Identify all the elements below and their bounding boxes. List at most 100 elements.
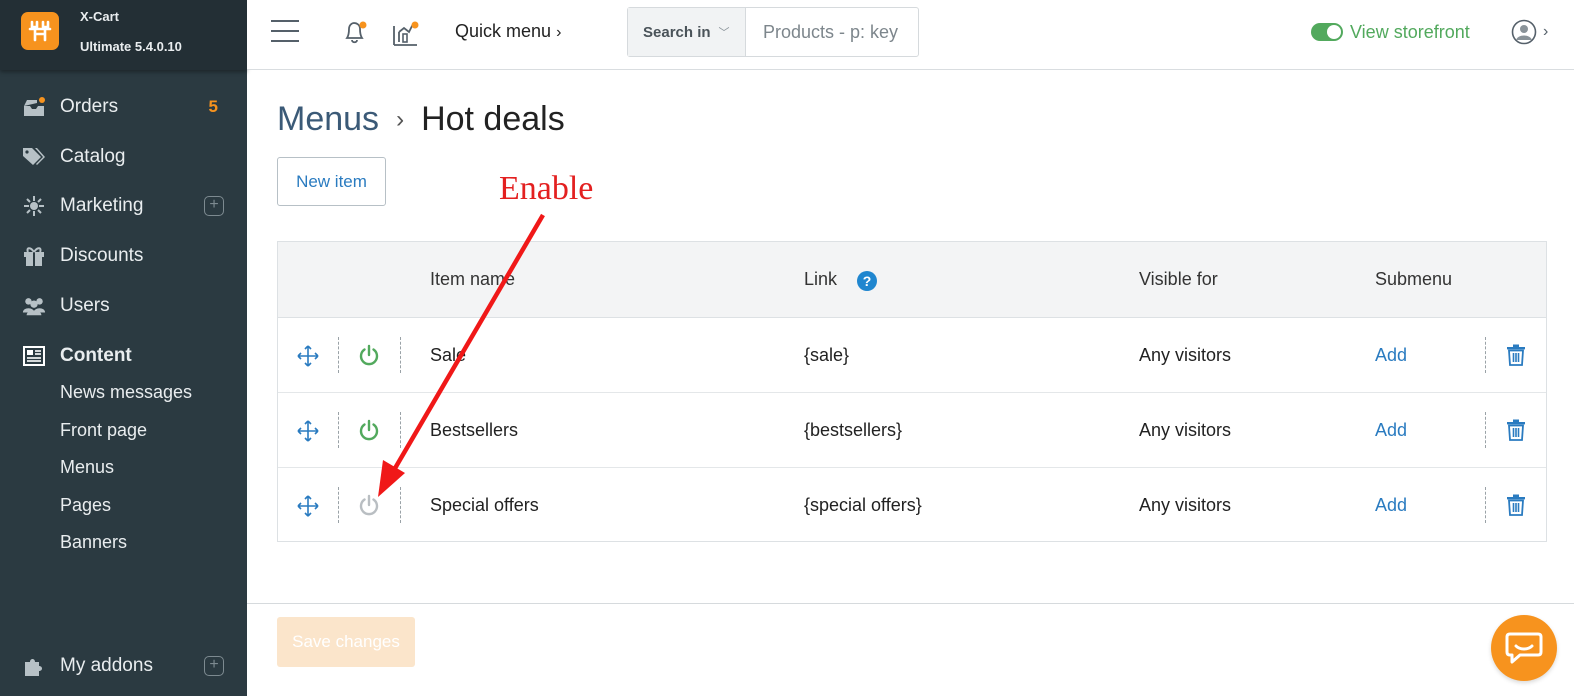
sidebar-item-label: Catalog [60, 146, 126, 167]
submenu-add-link[interactable]: Add [1375, 420, 1407, 441]
sidebar-item-my-addons[interactable]: My addons + [0, 646, 247, 686]
subnav-pages[interactable]: Pages [60, 495, 111, 516]
header-submenu: Submenu [1375, 269, 1453, 289]
item-link: {sale} [804, 345, 850, 365]
tag-icon [22, 145, 46, 169]
toggle-switch[interactable] [1311, 23, 1343, 41]
divider [1485, 412, 1486, 448]
brand-version: Ultimate 5.4.0.10 [80, 39, 182, 54]
save-changes-button[interactable]: Save changes [277, 617, 415, 667]
divider [1485, 487, 1486, 523]
table-header: Item name Link ? Visible for Submenu [278, 242, 1546, 318]
divider [400, 487, 401, 523]
power-toggle-icon[interactable] [358, 494, 380, 516]
quick-menu-button[interactable]: Quick menu › [455, 21, 561, 42]
trash-icon[interactable] [1506, 344, 1526, 366]
expand-plus-icon[interactable]: + [204, 196, 224, 216]
submenu-add-link[interactable]: Add [1375, 345, 1407, 366]
menu-items-table: Item name Link ? Visible for Submenu Sal… [277, 241, 1547, 542]
table-row: Bestsellers {bestsellers} Any visitors A… [278, 393, 1546, 468]
divider [400, 337, 401, 373]
search-in-dropdown[interactable]: Search in ﹀ [628, 8, 746, 56]
item-name: Special offers [430, 495, 539, 515]
users-icon [22, 294, 46, 318]
new-item-button[interactable]: New item [277, 157, 386, 206]
sidebar-item-catalog[interactable]: Catalog [0, 137, 247, 177]
power-toggle-icon[interactable] [358, 419, 380, 441]
search-input[interactable] [747, 8, 917, 56]
newspaper-icon [22, 344, 46, 368]
item-visible-for: Any visitors [1139, 420, 1232, 440]
header-item-name: Item name [430, 269, 516, 289]
divider [338, 487, 339, 523]
trash-icon[interactable] [1506, 494, 1526, 516]
sidebar-item-discounts[interactable]: Discounts [0, 236, 247, 276]
puzzle-icon [22, 654, 46, 678]
sidebar-item-label: Content [60, 345, 132, 366]
item-link: {bestsellers} [804, 420, 903, 440]
xcart-logo[interactable] [21, 12, 59, 50]
subnav-menus[interactable]: Menus [60, 457, 114, 478]
quick-menu-label: Quick menu [455, 21, 552, 41]
enable-annotation: Enable [499, 170, 594, 207]
marketing-icon [22, 194, 46, 218]
sidebar-item-label: My addons [60, 655, 153, 676]
sidebar-item-users[interactable]: Users [0, 286, 247, 326]
expand-plus-icon[interactable]: + [204, 656, 224, 676]
footer-divider [247, 603, 1574, 604]
sidebar-item-label: Users [60, 295, 110, 316]
item-link: {special offers} [804, 495, 922, 515]
submenu-add-link[interactable]: Add [1375, 495, 1407, 516]
sidebar-item-label: Marketing [60, 195, 144, 216]
top-bar: Quick menu › Search in﹀ View storefront … [247, 0, 1574, 70]
chevron-right-icon: › [1543, 23, 1549, 40]
move-handle-icon[interactable] [297, 495, 319, 517]
subnav-front-page[interactable]: Front page [60, 420, 147, 441]
item-name: Sale [430, 345, 467, 365]
search-box: Search in ﹀ [627, 7, 919, 57]
help-icon[interactable]: ? [857, 271, 877, 291]
trash-icon[interactable] [1506, 419, 1526, 441]
sidebar-item-marketing[interactable]: Marketing + [0, 186, 247, 226]
divider [400, 412, 401, 448]
orders-count-badge: 5 [208, 97, 218, 116]
subnav-news-messages[interactable]: News messages [60, 382, 192, 403]
divider [338, 412, 339, 448]
item-visible-for: Any visitors [1139, 345, 1232, 365]
page-title: Hot deals [421, 100, 565, 138]
move-handle-icon[interactable] [297, 420, 319, 442]
sidebar-item-label: Discounts [60, 245, 144, 266]
sidebar: X-Cart Ultimate 5.4.0.10 Orders 5 Catalo… [0, 0, 247, 696]
brand-name: X-Cart [80, 9, 120, 24]
search-in-label: Search in [643, 23, 711, 41]
bell-icon[interactable] [341, 18, 369, 51]
analytics-icon[interactable] [391, 18, 421, 53]
user-avatar-icon [1511, 19, 1537, 45]
gift-icon [22, 244, 46, 268]
live-chat-button[interactable] [1491, 615, 1557, 681]
hamburger-menu-icon[interactable] [271, 20, 299, 44]
divider [338, 337, 339, 373]
sidebar-item-orders[interactable]: Orders 5 [0, 87, 247, 127]
user-account-menu[interactable]: › [1511, 19, 1548, 45]
chevron-down-icon: ﹀ [718, 27, 730, 39]
power-toggle-icon[interactable] [358, 344, 380, 366]
view-storefront-toggle[interactable]: View storefront [1311, 20, 1470, 44]
orders-icon [22, 95, 46, 119]
table-row: Special offers {special offers} Any visi… [278, 468, 1546, 543]
chevron-right-icon: › [556, 24, 562, 41]
item-visible-for: Any visitors [1139, 495, 1232, 515]
chat-bubble-icon [1505, 632, 1543, 664]
view-storefront-label: View storefront [1350, 21, 1470, 42]
move-handle-icon[interactable] [297, 345, 319, 367]
table-row: Sale {sale} Any visitors Add [278, 318, 1546, 393]
breadcrumb-menus-link[interactable]: Menus [277, 100, 379, 139]
divider [1485, 337, 1486, 373]
breadcrumb-separator: › [396, 105, 405, 133]
breadcrumb: Menus › Hot deals [277, 100, 565, 139]
subnav-banners[interactable]: Banners [60, 532, 127, 553]
header-link: Link [804, 269, 838, 289]
sidebar-item-content[interactable]: Content [0, 336, 247, 376]
cart-logo-icon [28, 20, 52, 42]
sidebar-item-label: Orders [60, 96, 119, 117]
